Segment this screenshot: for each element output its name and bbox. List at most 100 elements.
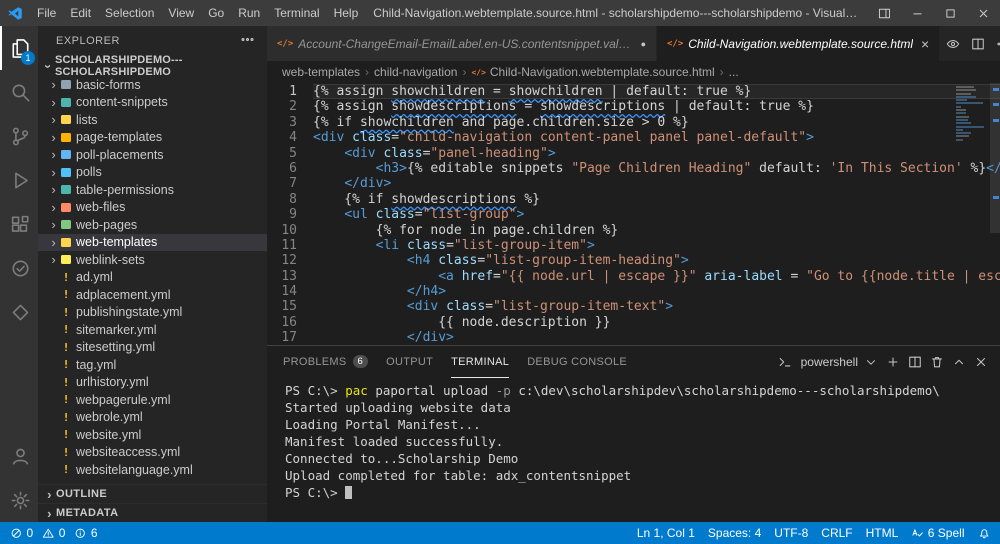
code-line[interactable]: {% assign showchildren = showchildren | …	[313, 84, 1000, 99]
menu-selection[interactable]: Selection	[98, 0, 161, 26]
terminal-output[interactable]: PS C:\> pac paportal upload -p c:\dev\sc…	[267, 378, 1000, 522]
status-encoding[interactable]: UTF-8	[774, 526, 808, 540]
tree-item-publishingstate.yml[interactable]: !publishingstate.yml	[38, 304, 267, 322]
activity-settings[interactable]	[0, 478, 38, 522]
tree-item-lists[interactable]: ›lists	[38, 111, 267, 129]
code-line[interactable]: {% assign showdescriptions = showdescrip…	[313, 99, 1000, 114]
breadcrumb-item[interactable]: child-navigation	[374, 65, 457, 79]
breadcrumb-item[interactable]: </>Child-Navigation.webtemplate.source.h…	[471, 65, 714, 79]
code-line[interactable]: <h4 class="list-group-item-heading">	[313, 253, 1000, 268]
split-terminal-button[interactable]	[904, 351, 926, 373]
code-line[interactable]: <ul class="list-group">	[313, 207, 1000, 222]
code-line[interactable]: <div class="panel-heading">	[313, 146, 1000, 161]
tree-item-website.yml[interactable]: !website.yml	[38, 426, 267, 444]
code-line[interactable]: <div class="list-group-item-text">	[313, 299, 1000, 314]
tree-item-weblink-sets[interactable]: ›weblink-sets	[38, 251, 267, 269]
code-line[interactable]: <h3>{% editable snippets "Page Children …	[313, 161, 1000, 176]
terminal-launch-button[interactable]	[774, 351, 796, 373]
activity-power-platform[interactable]	[0, 290, 38, 334]
activity-account[interactable]	[0, 434, 38, 478]
tree-item-web-pages[interactable]: ›web-pages	[38, 216, 267, 234]
status-language-mode[interactable]: HTML	[866, 526, 899, 540]
layout-toggle-button[interactable]	[868, 0, 901, 26]
status-spell-checker[interactable]: 6 Spell	[911, 526, 964, 540]
tree-item-urlhistory.yml[interactable]: !urlhistory.yml	[38, 374, 267, 392]
menu-run[interactable]: Run	[231, 0, 267, 26]
minimap[interactable]	[956, 86, 986, 142]
activity-run-debug[interactable]	[0, 158, 38, 202]
maximize-button[interactable]	[934, 0, 967, 26]
minimize-button[interactable]	[901, 0, 934, 26]
tree-item-polls[interactable]: ›polls	[38, 164, 267, 182]
editor-scrollbar[interactable]	[990, 83, 1000, 233]
shell-dropdown-button[interactable]	[860, 351, 882, 373]
tree-item-webpagerule.yml[interactable]: !webpagerule.yml	[38, 391, 267, 409]
menu-help[interactable]: Help	[327, 0, 366, 26]
new-terminal-button[interactable]	[882, 351, 904, 373]
close-panel-button[interactable]	[970, 351, 992, 373]
code-line[interactable]: {{ node.description }}	[313, 315, 1000, 330]
editor-more-actions-button[interactable]	[990, 31, 1000, 56]
tree-item-basic-forms[interactable]: ›basic-forms	[38, 76, 267, 94]
tree-item-poll-placements[interactable]: ›poll-placements	[38, 146, 267, 164]
code-line[interactable]: {% if showdescriptions %}	[313, 192, 1000, 207]
tree-item-web-files[interactable]: ›web-files	[38, 199, 267, 217]
activity-search[interactable]	[0, 70, 38, 114]
code-line[interactable]: <li class="list-group-item">	[313, 238, 1000, 253]
menu-go[interactable]: Go	[201, 0, 231, 26]
tree-item-web-templates[interactable]: ›web-templates	[38, 234, 267, 252]
shell-name[interactable]: powershell	[801, 355, 858, 369]
code-line[interactable]: <div class="child-navigation content-pan…	[313, 130, 1000, 145]
kill-terminal-button[interactable]	[926, 351, 948, 373]
explorer-more-actions-button[interactable]	[240, 32, 255, 50]
code-lines[interactable]: {% assign showchildren = showchildren | …	[313, 84, 1000, 345]
section-outline[interactable]: ›OUTLINE	[38, 484, 267, 503]
tree-item-sitesetting.yml[interactable]: !sitesetting.yml	[38, 339, 267, 357]
status-notifications[interactable]	[978, 527, 991, 540]
panel-tab-terminal[interactable]: TERMINAL	[451, 346, 509, 378]
status-infos[interactable]: 6	[74, 526, 97, 540]
close-window-button[interactable]	[967, 0, 1000, 26]
activity-power-apps[interactable]	[0, 246, 38, 290]
menu-file[interactable]: File	[30, 0, 63, 26]
menu-terminal[interactable]: Terminal	[267, 0, 326, 26]
tree-item-tag.yml[interactable]: !tag.yml	[38, 356, 267, 374]
explorer-root-folder[interactable]: › SCHOLARSHIPDEMO---SCHOLARSHIPDEMO	[38, 56, 267, 76]
breadcrumb-item[interactable]: ...	[729, 65, 739, 79]
code-line[interactable]: </div>	[313, 330, 1000, 345]
status-warnings[interactable]: 0	[42, 526, 65, 540]
panel-tab-debug-console[interactable]: DEBUG CONSOLE	[527, 346, 627, 378]
tree-item-content-snippets[interactable]: ›content-snippets	[38, 94, 267, 112]
status-errors[interactable]: 0	[10, 526, 33, 540]
code-line[interactable]: {% if showchildren and page.children.siz…	[313, 115, 1000, 130]
code-line[interactable]: </h4>	[313, 284, 1000, 299]
split-editor-button[interactable]	[965, 31, 990, 56]
tree-item-sitemarker.yml[interactable]: !sitemarker.yml	[38, 321, 267, 339]
tree-item-page-templates[interactable]: ›page-templates	[38, 129, 267, 147]
code-editor[interactable]: 1234567891011121314151617 {% assign show…	[267, 83, 1000, 345]
tree-item-websitelanguage.yml[interactable]: !websitelanguage.yml	[38, 461, 267, 479]
status-cursor-position[interactable]: Ln 1, Col 1	[637, 526, 695, 540]
section-metadata[interactable]: ›METADATA	[38, 503, 267, 522]
maximize-panel-button[interactable]	[948, 351, 970, 373]
tree-item-websiteaccess.yml[interactable]: !websiteaccess.yml	[38, 444, 267, 462]
breadcrumb-item[interactable]: web-templates	[282, 65, 360, 79]
activity-source-control[interactable]	[0, 114, 38, 158]
status-indentation[interactable]: Spaces: 4	[708, 526, 761, 540]
status-eol[interactable]: CRLF	[821, 526, 852, 540]
tree-item-webrole.yml[interactable]: !webrole.yml	[38, 409, 267, 427]
activity-extensions[interactable]	[0, 202, 38, 246]
code-line[interactable]: </div>	[313, 176, 1000, 191]
panel-tab-problems[interactable]: PROBLEMS6	[283, 346, 368, 378]
tab-Account-ChangeEmail-EmailLabel.en-US.contentsnippet.value.html[interactable]: </>Account-ChangeEmail-EmailLabel.en-US.…	[267, 26, 657, 61]
tree-item-ad.yml[interactable]: !ad.yml	[38, 269, 267, 287]
panel-tab-output[interactable]: OUTPUT	[386, 346, 433, 378]
tree-item-adplacement.yml[interactable]: !adplacement.yml	[38, 286, 267, 304]
menu-edit[interactable]: Edit	[63, 0, 98, 26]
close-tab-icon[interactable]: ×	[921, 37, 929, 51]
open-preview-button[interactable]	[940, 31, 965, 56]
tree-item-table-permissions[interactable]: ›table-permissions	[38, 181, 267, 199]
tab-Child-Navigation.webtemplate.source.html[interactable]: </>Child-Navigation.webtemplate.source.h…	[657, 26, 940, 61]
code-line[interactable]: <a href="{{ node.url | escape }}" aria-l…	[313, 269, 1000, 284]
activity-explorer[interactable]: 1	[0, 26, 38, 70]
